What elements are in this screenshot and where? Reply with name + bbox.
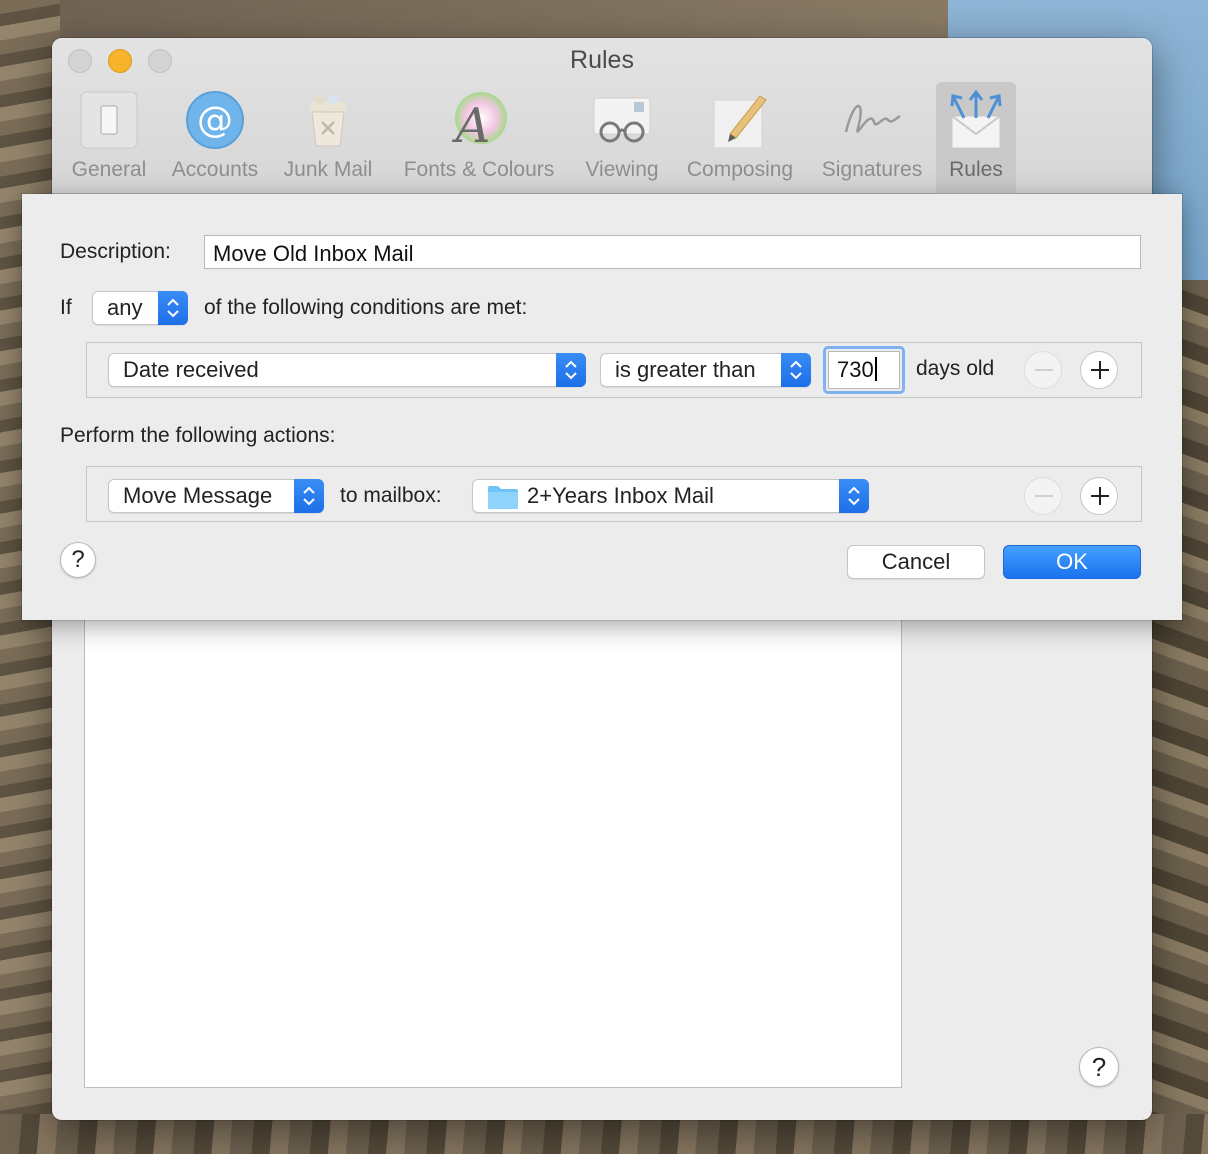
- conditions-suffix-label: of the following conditions are met:: [204, 296, 528, 319]
- toolbar-item-fonts-colours[interactable]: A Fonts & Colours: [392, 82, 566, 194]
- condition-operator-popup[interactable]: is greater than: [600, 353, 811, 387]
- plus-icon: [1091, 487, 1109, 505]
- window-titlebar: Rules General @ Accounts Junk Mail A Fon…: [52, 38, 1152, 194]
- toolbar-item-accounts[interactable]: @ Accounts: [162, 82, 268, 194]
- plus-icon: [1091, 361, 1109, 379]
- target-mailbox-popup[interactable]: 2+Years Inbox Mail: [472, 479, 869, 513]
- toolbar-item-rules[interactable]: Rules: [936, 82, 1016, 194]
- rules-list[interactable]: [84, 616, 902, 1088]
- window-title: Rules: [570, 46, 634, 74]
- remove-action-button[interactable]: [1024, 477, 1062, 515]
- match-any-all-popup[interactable]: any: [92, 291, 188, 325]
- toolbar-item-junk-mail[interactable]: Junk Mail: [276, 82, 380, 194]
- svg-text:@: @: [197, 100, 233, 141]
- up-down-chevron-icon: [294, 479, 324, 513]
- toolbar-item-composing[interactable]: Composing: [678, 82, 802, 194]
- action-type-popup[interactable]: Move Message: [108, 479, 324, 513]
- folder-icon: [488, 486, 518, 509]
- cancel-button[interactable]: Cancel: [847, 545, 985, 579]
- minus-icon: [1035, 495, 1053, 497]
- condition-field-popup[interactable]: Date received: [108, 353, 586, 387]
- condition-value-field[interactable]: 730: [828, 351, 900, 389]
- rules-envelope-icon: [950, 89, 1002, 149]
- sheet-help-button[interactable]: ?: [60, 542, 96, 578]
- description-label: Description:: [60, 240, 171, 263]
- glasses-envelope-icon: [593, 97, 651, 143]
- up-down-chevron-icon: [556, 353, 586, 387]
- pencil-paper-icon: [713, 95, 767, 149]
- at-sign-icon: @: [186, 91, 244, 149]
- text-caret: [874, 357, 877, 381]
- desktop-rocks-bottom: [0, 1114, 1208, 1154]
- svg-text:A: A: [452, 98, 491, 152]
- font-colour-icon: A: [452, 92, 507, 152]
- action-row: Move Message to mailbox: 2+Years Inbox M…: [86, 466, 1142, 522]
- toolbar-item-signatures[interactable]: Signatures: [812, 82, 932, 194]
- up-down-chevron-icon: [781, 353, 811, 387]
- switch-icon: [80, 91, 138, 149]
- remove-condition-button[interactable]: [1024, 351, 1062, 389]
- window-help-button[interactable]: ?: [1079, 1047, 1119, 1087]
- if-label: If: [60, 296, 72, 319]
- to-mailbox-label: to mailbox:: [340, 484, 442, 507]
- condition-row: Date received is greater than 730 days o…: [86, 342, 1142, 398]
- trash-bin-icon: [310, 94, 346, 147]
- up-down-chevron-icon: [839, 479, 869, 513]
- up-down-chevron-icon: [158, 291, 188, 325]
- actions-label: Perform the following actions:: [60, 424, 336, 447]
- toolbar-item-viewing[interactable]: Viewing: [578, 82, 666, 194]
- add-condition-button[interactable]: [1080, 351, 1118, 389]
- signature-icon: [844, 104, 901, 133]
- description-field[interactable]: Move Old Inbox Mail: [204, 235, 1141, 269]
- add-action-button[interactable]: [1080, 477, 1118, 515]
- toolbar-item-general[interactable]: General: [64, 82, 154, 194]
- rule-editor-sheet: Description: Move Old Inbox Mail If any …: [22, 194, 1182, 620]
- ok-button[interactable]: OK: [1003, 545, 1141, 579]
- condition-unit-label: days old: [916, 357, 995, 380]
- minus-icon: [1035, 369, 1053, 371]
